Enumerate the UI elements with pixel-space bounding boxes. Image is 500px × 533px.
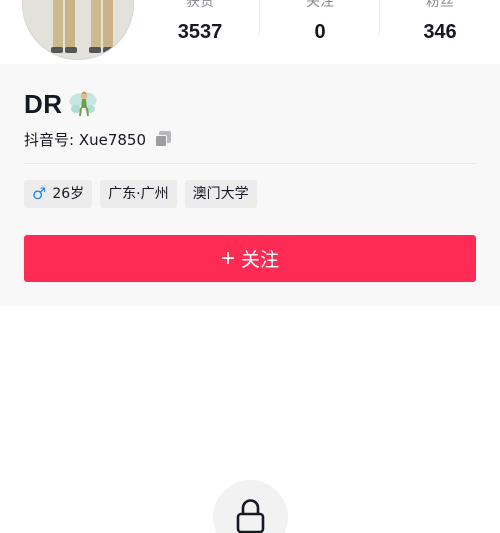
avatar-figure [47,0,81,59]
stat-likes-label: 获赞 [186,0,214,10]
profile-card: DR 抖音号: Xue7850 ♂ 26岁 广东·广州 澳门大学 + 关注 [0,64,500,306]
lock-icon [236,499,265,533]
male-icon: ♂ [32,184,47,203]
plus-icon: + [220,244,235,272]
name-row: DR [24,88,99,120]
tag-age: ♂ 26岁 [24,180,93,208]
copy-icon[interactable] [155,131,172,147]
profile-stats: 获赞 3537 关注 0 粉丝 346 [140,0,500,64]
profile-tags: ♂ 26岁 广东·广州 澳门大学 [24,180,257,208]
douyin-id: 抖音号: Xue7850 [24,130,147,149]
tag-age-text: 26岁 [52,186,85,202]
stat-following-label: 关注 [306,0,334,10]
stat-likes-value: 3537 [177,21,223,43]
divider [24,163,476,164]
avatar[interactable] [22,0,134,60]
profile-name: DR [24,88,63,119]
tag-location: 广东·广州 [100,180,177,208]
tag-school-text: 澳门大学 [192,186,249,202]
tag-school[interactable]: 澳门大学 [184,180,257,208]
stat-followers-label: 粉丝 [426,0,454,10]
stat-followers-value: 346 [423,21,457,43]
avatar-figure [85,0,119,59]
douyin-id-row: 抖音号: Xue7850 [24,128,172,150]
private-lock [213,480,288,533]
follow-button[interactable]: + 关注 [24,235,476,282]
follow-button-label: 关注 [241,250,280,271]
fairy-icon [69,91,97,117]
profile-header: 获赞 3537 关注 0 粉丝 346 [0,0,500,64]
tag-location-text: 广东·广州 [108,186,169,202]
stat-following-value: 0 [314,21,326,43]
